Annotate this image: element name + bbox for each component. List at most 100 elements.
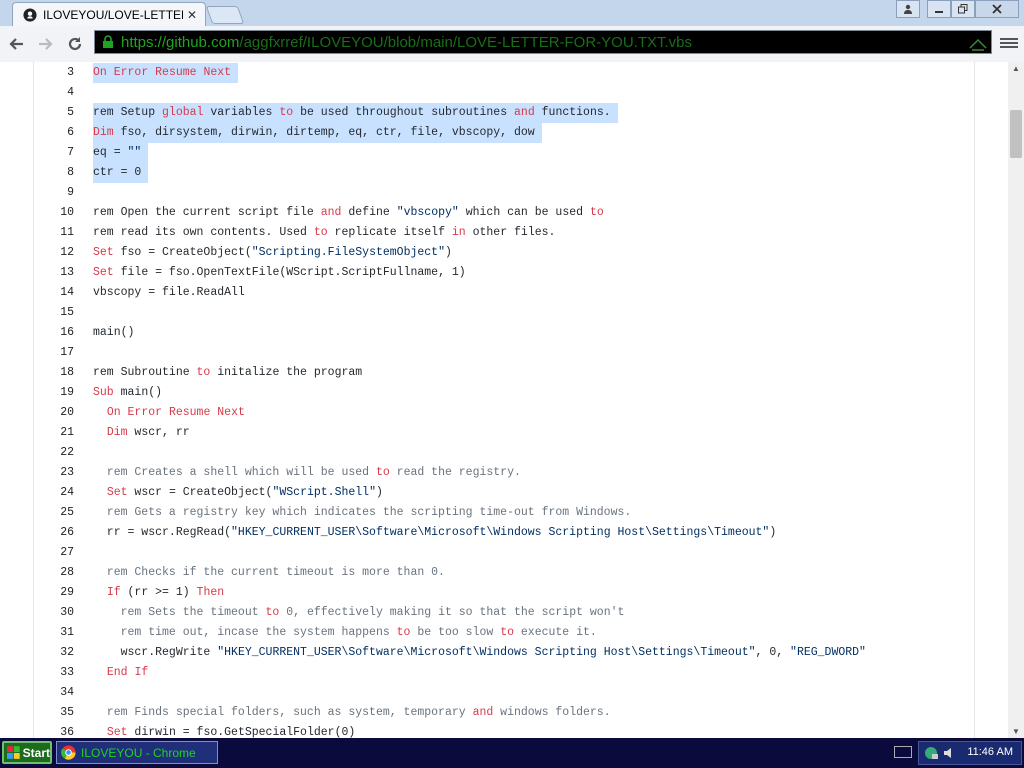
- code-line[interactable]: 11 rem read its own contents. Used to rep…: [40, 223, 974, 243]
- code-line[interactable]: 24 Set wscr = CreateObject("WScript.Shel…: [40, 483, 974, 503]
- line-number[interactable]: 18: [40, 363, 74, 383]
- code-line[interactable]: 28 rem Checks if the current timeout is …: [40, 563, 974, 583]
- line-number[interactable]: 31: [40, 623, 74, 643]
- code-line[interactable]: 9: [40, 183, 974, 203]
- extension-icon[interactable]: [968, 36, 988, 52]
- line-number[interactable]: 30: [40, 603, 74, 623]
- line-number[interactable]: 9: [40, 183, 74, 203]
- code-line[interactable]: 20 On Error Resume Next: [40, 403, 974, 423]
- code-line[interactable]: 15: [40, 303, 974, 323]
- title-bar: ILOVEYOU/LOVE-LETTER-F ✕: [0, 0, 1024, 26]
- line-number[interactable]: 29: [40, 583, 74, 603]
- system-tray: 11:46 AM: [918, 741, 1022, 765]
- line-number[interactable]: 3: [40, 63, 74, 83]
- code-line[interactable]: 6 Dim fso, dirsystem, dirwin, dirtemp, eq…: [40, 123, 974, 143]
- code-line[interactable]: 26 rr = wscr.RegRead("HKEY_CURRENT_USER\…: [40, 523, 974, 543]
- restore-icon: [958, 4, 968, 14]
- code-line[interactable]: 7 eq = "": [40, 143, 974, 163]
- line-number[interactable]: 4: [40, 83, 74, 103]
- line-number[interactable]: 12: [40, 243, 74, 263]
- code-line[interactable]: 14 vbscopy = file.ReadAll: [40, 283, 974, 303]
- code-line[interactable]: 12 Set fso = CreateObject("Scripting.File…: [40, 243, 974, 263]
- scroll-down-arrow-icon[interactable]: ▼: [1012, 727, 1020, 736]
- volume-icon[interactable]: [943, 745, 957, 761]
- line-number[interactable]: 24: [40, 483, 74, 503]
- code-line[interactable]: 5 rem Setup global variables to be used t…: [40, 103, 974, 123]
- new-tab-button[interactable]: [205, 6, 245, 24]
- chrome-menu-button[interactable]: [1000, 36, 1018, 52]
- line-number[interactable]: 27: [40, 543, 74, 563]
- scroll-up-arrow-icon[interactable]: ▲: [1012, 64, 1020, 73]
- code-line[interactable]: 36 Set dirwin = fso.GetSpecialFolder(0): [40, 723, 974, 738]
- line-number[interactable]: 22: [40, 443, 74, 463]
- line-number[interactable]: 11: [40, 223, 74, 243]
- code-line[interactable]: 22: [40, 443, 974, 463]
- back-button[interactable]: [6, 33, 28, 55]
- line-number[interactable]: 15: [40, 303, 74, 323]
- code-line[interactable]: 32 wscr.RegWrite "HKEY_CURRENT_USER\Soft…: [40, 643, 974, 663]
- line-number[interactable]: 21: [40, 423, 74, 443]
- line-number[interactable]: 17: [40, 343, 74, 363]
- taskbar-item-chrome[interactable]: ILOVEYOU - Chrome: [56, 741, 218, 764]
- code-line[interactable]: 34: [40, 683, 974, 703]
- code-line[interactable]: 25 rem Gets a registry key which indicat…: [40, 503, 974, 523]
- code-text: On Error Resume Next: [106, 406, 245, 419]
- code-line[interactable]: 23 rem Creates a shell which will be use…: [40, 463, 974, 483]
- line-number[interactable]: 34: [40, 683, 74, 703]
- reload-button[interactable]: [64, 33, 86, 55]
- line-number[interactable]: 6: [40, 123, 74, 143]
- line-number[interactable]: 28: [40, 563, 74, 583]
- code-line[interactable]: 16 main(): [40, 323, 974, 343]
- line-number[interactable]: 25: [40, 503, 74, 523]
- code-viewer: 3 On Error Resume Next 4 5 rem Setup global…: [0, 62, 1008, 738]
- line-number[interactable]: 33: [40, 663, 74, 683]
- scrollbar-thumb[interactable]: [1010, 110, 1022, 158]
- code-line[interactable]: 33 End If: [40, 663, 974, 683]
- line-number[interactable]: 32: [40, 643, 74, 663]
- start-label: Start: [22, 745, 50, 760]
- address-bar[interactable]: https://github.com/aggfxrref/ILOVEYOU/bl…: [94, 30, 992, 54]
- code-line[interactable]: 17: [40, 343, 974, 363]
- line-number[interactable]: 35: [40, 703, 74, 723]
- line-number[interactable]: 36: [40, 723, 74, 738]
- code-line[interactable]: 13 Set file = fso.OpenTextFile(WScript.Sc…: [40, 263, 974, 283]
- line-number[interactable]: 14: [40, 283, 74, 303]
- forward-button[interactable]: [34, 33, 56, 55]
- code-line[interactable]: 8 ctr = 0: [40, 163, 974, 183]
- code-line[interactable]: 29 If (rr >= 1) Then: [40, 583, 974, 603]
- code-line[interactable]: 30 rem Sets the timeout to 0, effectivel…: [40, 603, 974, 623]
- line-number[interactable]: 16: [40, 323, 74, 343]
- line-number[interactable]: 23: [40, 463, 74, 483]
- line-number[interactable]: 10: [40, 203, 74, 223]
- line-number[interactable]: 19: [40, 383, 74, 403]
- line-number[interactable]: 7: [40, 143, 74, 163]
- url-host: github.com: [166, 33, 240, 51]
- minimize-button[interactable]: [927, 0, 951, 18]
- profile-button[interactable]: [896, 0, 920, 18]
- keyboard-icon[interactable]: [894, 746, 912, 758]
- code-line[interactable]: 3 On Error Resume Next: [40, 63, 974, 83]
- network-icon[interactable]: [923, 745, 939, 761]
- line-number[interactable]: 13: [40, 263, 74, 283]
- line-number[interactable]: 8: [40, 163, 74, 183]
- line-number[interactable]: 20: [40, 403, 74, 423]
- code-line[interactable]: 27: [40, 543, 974, 563]
- code-line[interactable]: 10 rem Open the current script file and d…: [40, 203, 974, 223]
- code-line[interactable]: 35 rem Finds special folders, such as sy…: [40, 703, 974, 723]
- start-button[interactable]: Start: [2, 741, 52, 764]
- tab-close-icon[interactable]: ✕: [187, 8, 197, 22]
- line-number[interactable]: 26: [40, 523, 74, 543]
- code-line[interactable]: 21 Dim wscr, rr: [40, 423, 974, 443]
- restore-button[interactable]: [951, 0, 975, 18]
- clock: 11:46 AM: [967, 746, 1013, 758]
- back-arrow-icon: [9, 38, 23, 50]
- close-window-button[interactable]: [975, 0, 1019, 18]
- vertical-scrollbar[interactable]: ▲ ▼: [1008, 62, 1024, 738]
- browser-tab[interactable]: ILOVEYOU/LOVE-LETTER-F ✕: [12, 2, 206, 26]
- code-line[interactable]: 31 rem time out, incase the system happe…: [40, 623, 974, 643]
- code-line[interactable]: 19 Sub main(): [40, 383, 974, 403]
- minimize-icon: [935, 11, 943, 13]
- line-number[interactable]: 5: [40, 103, 74, 123]
- code-line[interactable]: 4: [40, 83, 974, 103]
- code-line[interactable]: 18 rem Subroutine to initalize the progra…: [40, 363, 974, 383]
